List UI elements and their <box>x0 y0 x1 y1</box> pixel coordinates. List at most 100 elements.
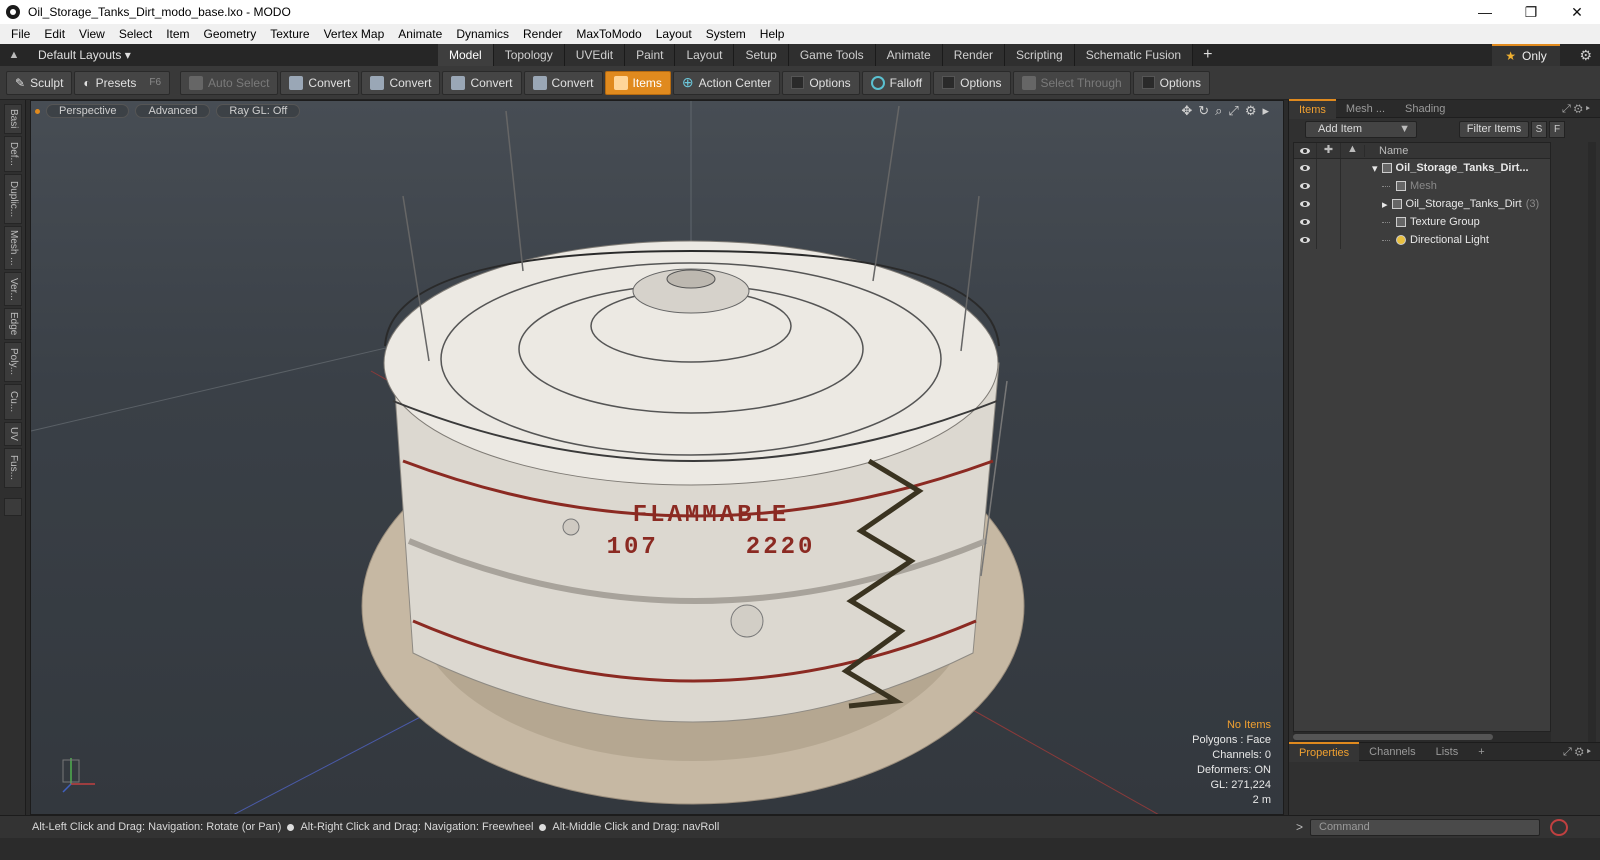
visibility-eye-icon[interactable] <box>1300 219 1310 225</box>
tab-topology[interactable]: Topology <box>493 44 565 66</box>
panel-settings-icon[interactable]: ⤢ ⚙ ▸ <box>1552 100 1600 118</box>
action-center-button[interactable]: ⊕ Action Center <box>672 70 781 95</box>
list-item[interactable]: Texture Group <box>1294 213 1550 231</box>
s-toggle[interactable]: S <box>1531 121 1547 138</box>
close-button[interactable]: ✕ <box>1554 0 1600 24</box>
expand-icon[interactable]: ▸ <box>1262 103 1269 119</box>
gear-icon[interactable]: ⚙ <box>1579 47 1592 64</box>
tab-schematic-fusion[interactable]: Schematic Fusion <box>1074 44 1194 66</box>
only-button[interactable]: ★ Only <box>1492 44 1560 66</box>
select-through-button[interactable]: Select Through <box>1012 70 1131 95</box>
list-item[interactable]: ▸ Oil_Storage_Tanks_Dirt (3) <box>1294 195 1550 213</box>
rotate-icon[interactable]: ↻ <box>1198 103 1209 119</box>
falloff-options[interactable]: Options <box>933 70 1011 95</box>
falloff-button[interactable]: Falloff <box>861 70 932 95</box>
tab-fusion[interactable]: Fus... <box>4 448 22 488</box>
menu-system[interactable]: System <box>699 24 753 44</box>
fit-icon[interactable]: ⤢ <box>1228 103 1238 119</box>
f-toggle[interactable]: F <box>1549 121 1565 138</box>
viewport-menu-dot[interactable] <box>35 108 40 114</box>
tab-scripting[interactable]: Scripting <box>1005 44 1075 66</box>
expand-arrow-icon[interactable]: ▸ <box>1382 198 1388 211</box>
tab-mesh-edit[interactable]: Mesh ... <box>4 226 22 270</box>
tab-paint[interactable]: Paint <box>625 44 676 66</box>
convert-vertices-button[interactable]: Convert <box>280 70 360 95</box>
tab-animate[interactable]: Animate <box>875 44 943 66</box>
presets-button[interactable]: ◐ Presets F6 <box>74 70 171 95</box>
default-layouts-dropdown[interactable]: Default Layouts ▾ <box>28 48 438 62</box>
menu-item[interactable]: Item <box>159 24 196 44</box>
tab-uv[interactable]: UV <box>4 422 22 446</box>
record-macro-icon[interactable] <box>1550 819 1568 836</box>
menu-select[interactable]: Select <box>112 24 159 44</box>
filter-items-button[interactable]: Filter Items <box>1459 121 1529 138</box>
tab-extra[interactable] <box>4 498 22 516</box>
menu-animate[interactable]: Animate <box>391 24 449 44</box>
perspective-dropdown[interactable]: Perspective <box>46 104 130 118</box>
tab-polygon[interactable]: Poly... <box>4 342 22 382</box>
tab-render[interactable]: Render <box>942 44 1006 66</box>
tab-basic[interactable]: Basi <box>4 104 22 134</box>
items-mode-button[interactable]: Items <box>604 70 671 95</box>
pin-icon[interactable]: ▲ <box>0 49 28 61</box>
panel-settings-icon[interactable]: ⤢ ⚙ ▸ <box>1553 743 1600 761</box>
settings-icon[interactable]: ⚙ <box>1245 103 1257 119</box>
options-checkbox[interactable] <box>942 76 956 89</box>
action-center-options[interactable]: Options <box>782 70 860 95</box>
advanced-dropdown[interactable]: Advanced <box>135 104 211 118</box>
menu-maxtomodo[interactable]: MaxToModo <box>569 24 648 44</box>
menu-file[interactable]: File <box>4 24 37 44</box>
add-tab-button[interactable]: + <box>1468 743 1494 761</box>
minimize-button[interactable]: — <box>1462 0 1508 24</box>
tab-shading[interactable]: Shading <box>1395 100 1455 118</box>
tab-duplicate[interactable]: Duplic... <box>4 174 22 224</box>
tab-properties[interactable]: Properties <box>1289 741 1360 762</box>
tab-curve[interactable]: Cu... <box>4 384 22 420</box>
tab-game-tools[interactable]: Game Tools <box>788 44 876 66</box>
list-item[interactable]: Directional Light <box>1294 231 1550 249</box>
select-through-options[interactable]: Options <box>1132 70 1211 95</box>
visibility-eye-icon[interactable] <box>1300 165 1310 171</box>
convert-edges-button[interactable]: Convert <box>361 70 441 95</box>
options-checkbox[interactable] <box>1141 76 1155 89</box>
pan-icon[interactable]: ✥ <box>1181 103 1192 119</box>
tab-uvedit[interactable]: UVEdit <box>564 44 626 66</box>
menu-render[interactable]: Render <box>516 24 569 44</box>
name-column-header[interactable]: Name <box>1364 144 1408 157</box>
visibility-eye-icon[interactable] <box>1300 183 1310 189</box>
auto-select-button[interactable]: Auto Select <box>180 70 279 95</box>
3d-viewport[interactable]: FLAMMABLE 107 2220 Perspective Advanced … <box>30 100 1284 815</box>
list-item[interactable]: Mesh <box>1294 177 1550 195</box>
tab-lists[interactable]: Lists <box>1426 743 1469 761</box>
raygl-dropdown[interactable]: Ray GL: Off <box>216 104 301 118</box>
tab-vertex[interactable]: Ver... <box>4 272 22 306</box>
expand-arrow-icon[interactable]: ▾ <box>1372 162 1378 175</box>
tab-model[interactable]: Model <box>438 44 494 66</box>
tab-layout[interactable]: Layout <box>675 44 735 66</box>
convert-materials-button[interactable]: Convert <box>523 70 603 95</box>
visibility-eye-icon[interactable] <box>1300 201 1310 207</box>
add-tab-button[interactable]: + <box>1193 44 1222 66</box>
tab-deform[interactable]: Def... <box>4 136 22 172</box>
zoom-icon[interactable]: ⌕ <box>1215 103 1222 119</box>
maximize-button[interactable]: ❐ <box>1508 0 1554 24</box>
tab-edge[interactable]: Edge <box>4 308 22 340</box>
command-input[interactable]: Command <box>1310 819 1540 836</box>
menu-help[interactable]: Help <box>753 24 792 44</box>
tab-items[interactable]: Items <box>1289 98 1336 119</box>
menu-view[interactable]: View <box>72 24 112 44</box>
menu-edit[interactable]: Edit <box>37 24 72 44</box>
menu-vertex-map[interactable]: Vertex Map <box>317 24 392 44</box>
menu-layout[interactable]: Layout <box>649 24 699 44</box>
menu-geometry[interactable]: Geometry <box>197 24 264 44</box>
menu-texture[interactable]: Texture <box>263 24 316 44</box>
visibility-eye-icon[interactable] <box>1300 237 1310 243</box>
menu-dynamics[interactable]: Dynamics <box>449 24 516 44</box>
vertical-scrollbar[interactable] <box>1588 142 1596 742</box>
convert-polygons-button[interactable]: Convert <box>442 70 522 95</box>
list-item[interactable]: ▾ Oil_Storage_Tanks_Dirt... <box>1294 159 1550 177</box>
options-checkbox[interactable] <box>791 76 805 89</box>
add-item-button[interactable]: Add Item ▼ <box>1305 121 1417 138</box>
sculpt-button[interactable]: ✎ Sculpt <box>6 70 73 95</box>
horizontal-scrollbar[interactable] <box>1293 732 1551 742</box>
